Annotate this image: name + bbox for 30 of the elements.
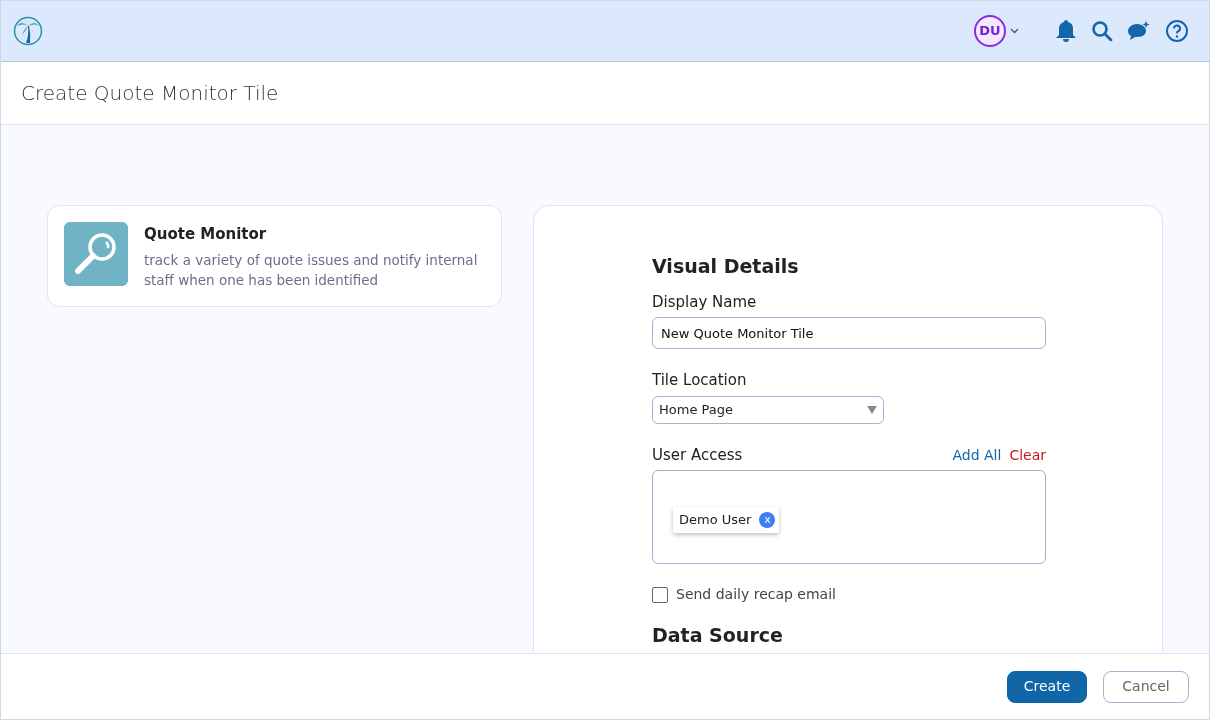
user-access-field[interactable]: Demo User x xyxy=(652,470,1046,564)
add-all-link[interactable]: Add All xyxy=(952,445,1002,466)
help-icon[interactable] xyxy=(1165,19,1189,43)
remove-user-button[interactable]: x xyxy=(759,511,776,528)
template-description: track a variety of quote issues and notify internal staff when one has been identified xyxy=(144,250,479,290)
field-label: Tile Location xyxy=(652,370,748,391)
cancel-button[interactable]: Cancel xyxy=(1103,670,1189,703)
field-label: User Access xyxy=(652,444,743,466)
palm-tree-logo[interactable] xyxy=(13,16,43,46)
display-name-field[interactable]: New Quote Monitor Tile xyxy=(652,317,1046,349)
tile-location-select[interactable]: Home Page xyxy=(652,395,884,424)
section-title: Data Source xyxy=(652,623,784,648)
field-label: Display Name xyxy=(652,291,758,313)
magnifier-icon xyxy=(64,222,128,286)
clear-link[interactable]: Clear xyxy=(1009,445,1046,466)
checkbox-label: Send daily recap email xyxy=(676,585,836,604)
dropdown-arrow-icon xyxy=(867,405,877,414)
create-button[interactable]: Create xyxy=(1007,670,1087,703)
sparkle-chat-icon[interactable] xyxy=(1127,20,1151,42)
search-icon[interactable] xyxy=(1091,20,1113,42)
user-avatar[interactable]: DU xyxy=(974,15,1006,47)
template-card[interactable]: Quote Monitor track a variety of quote issues and notify internal staff when one has been identified xyxy=(47,205,502,307)
bell-icon[interactable] xyxy=(1055,19,1077,43)
page-title: Create Quote Monitor Tile xyxy=(21,80,279,107)
user-chip-label: Demo User xyxy=(679,511,752,529)
chevron-down-icon[interactable] xyxy=(1010,28,1019,34)
recap-checkbox[interactable] xyxy=(652,586,668,603)
template-title: Quote Monitor xyxy=(144,224,268,245)
select-value: Home Page xyxy=(659,400,733,419)
section-title: Visual Details xyxy=(652,254,800,279)
